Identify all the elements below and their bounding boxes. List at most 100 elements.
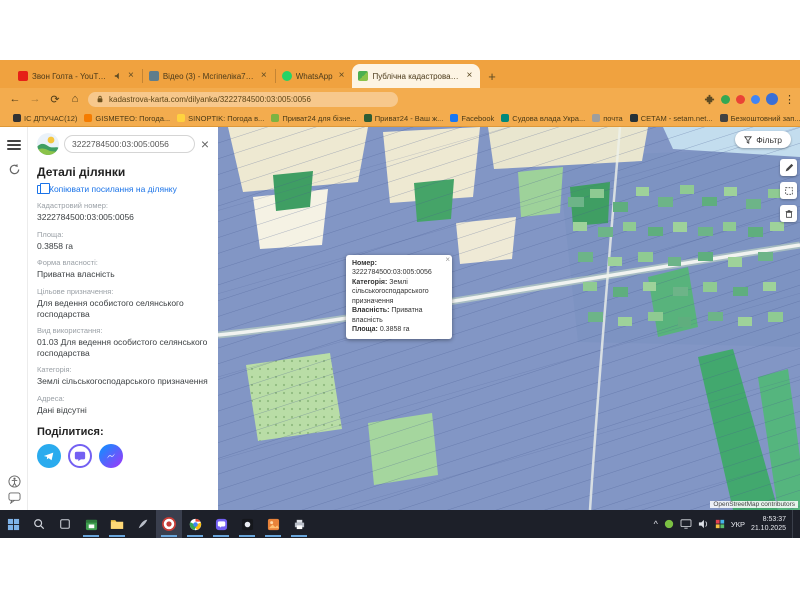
share-row (37, 444, 210, 468)
search-row: × (37, 133, 210, 155)
parcel-popup: × Номер: 3222784500:03:005:0056 Категорі… (346, 255, 452, 339)
tray-chevron-icon[interactable]: ^ (654, 519, 658, 529)
tab-cadastral-map-active[interactable]: Публічна кадастрова карта У... × (352, 64, 480, 88)
chrome-icon (189, 518, 202, 531)
share-messenger-button[interactable] (99, 444, 123, 468)
filter-button[interactable]: Фільтр (735, 131, 791, 148)
field-label: Форма власності: (37, 258, 210, 267)
bookmark-item[interactable]: Facebook (450, 114, 494, 123)
taskbar-pen-app[interactable] (130, 510, 156, 538)
chat-icon[interactable] (8, 492, 21, 504)
close-icon[interactable]: × (259, 71, 269, 81)
extensions-puzzle-icon[interactable] (704, 94, 715, 105)
close-icon[interactable]: × (464, 71, 474, 81)
bookmark-item[interactable]: Безкоштовний зап... (720, 114, 800, 123)
copy-link-label: Копіювати посилання на ділянку (49, 184, 177, 194)
bookmark-item[interactable]: СЕТАМ - setam.net... (630, 114, 713, 123)
taskbar-calendar-app[interactable] (78, 510, 104, 538)
tab-youtube[interactable]: Звон Голта - YouTube Mu... × (12, 64, 142, 88)
forward-icon[interactable]: → (28, 93, 42, 105)
bookmark-label: Facebook (461, 114, 494, 123)
antivirus-shield-icon[interactable] (664, 519, 674, 529)
bookmark-item[interactable]: Судова влада Укра... (501, 114, 585, 123)
tab-video[interactable]: Відео (3) - Мсгіпеліка787Фу... × (143, 64, 275, 88)
bookmarks-bar: ІС ДПУЧАС(12) GISMETEO: Погода... SINOPT… (0, 110, 800, 127)
extension-icon-green[interactable] (721, 95, 730, 104)
taskbar-chrome[interactable] (182, 510, 208, 538)
quill-icon (137, 518, 149, 530)
security-app-icon[interactable] (715, 519, 725, 529)
bookmark-item[interactable]: GISMETEO: Погода... (84, 114, 170, 123)
start-button[interactable] (0, 510, 26, 538)
printer-icon (293, 518, 306, 530)
bookmark-favicon (592, 114, 600, 122)
refresh-button[interactable] (0, 157, 28, 181)
area-select-button[interactable] (780, 182, 797, 199)
bookmark-item[interactable]: почта (592, 114, 623, 123)
address-toolbar: ← → ⟳ ⌂ kadastrova-karta.com/dilyanka/32… (0, 88, 800, 110)
popup-row-category: Категорія: Землі сільськогосподарського … (352, 278, 446, 306)
clock[interactable]: 8:53:37 21.10.2025 (751, 515, 786, 533)
taskbar-file-explorer[interactable] (104, 510, 130, 538)
panel-title: Деталі ділянки (37, 165, 210, 179)
copy-parcel-link[interactable]: Копіювати посилання на ділянку (37, 184, 210, 194)
measure-tool-button[interactable] (780, 159, 797, 176)
display-icon[interactable] (680, 519, 692, 529)
funnel-icon (744, 136, 752, 144)
map-canvas (218, 127, 800, 510)
tab-whatsapp[interactable]: WhatsApp × (276, 64, 353, 88)
show-desktop-button[interactable] (792, 510, 796, 538)
accessibility-icon[interactable] (8, 475, 21, 488)
field-cadastral-number: Кадастровий номер: 3222784500:03:005:005… (37, 201, 210, 223)
popup-row-ownership: Власність: Приватна власність (352, 306, 446, 325)
profile-avatar[interactable] (766, 93, 778, 105)
menu-button[interactable] (0, 133, 28, 157)
filter-label: Фільтр (756, 135, 782, 145)
system-tray: ^ УКР 8:53:37 21.10.2025 (654, 510, 800, 538)
close-icon[interactable]: × (337, 71, 347, 81)
popup-close-icon[interactable]: × (445, 255, 450, 266)
taskbar-printer[interactable] (286, 510, 312, 538)
tab-label: WhatsApp (296, 72, 333, 81)
search-input[interactable] (64, 135, 195, 153)
map-attribution[interactable]: OpenStreetMap contributors (710, 501, 798, 508)
bookmark-item[interactable]: Приват24 для бізне... (271, 114, 356, 123)
copy-icon (37, 185, 45, 194)
bookmark-favicon (13, 114, 21, 122)
field-value: Для ведення особистого селянського госпо… (37, 298, 210, 319)
taskbar-viber[interactable] (208, 510, 234, 538)
search-icon (33, 518, 45, 530)
clear-button[interactable] (780, 205, 797, 222)
close-icon[interactable]: × (126, 71, 136, 81)
taskbar-active-map-app[interactable] (156, 510, 182, 538)
cadastral-map[interactable]: Фільтр × Номер: 3222784500:03:005:0056 К… (218, 127, 800, 510)
taskbar-search-button[interactable] (26, 510, 52, 538)
taskbar-photos-app[interactable] (260, 510, 286, 538)
calendar-icon (85, 518, 98, 531)
new-tab-button[interactable]: + (488, 69, 496, 84)
url-bar[interactable]: kadastrova-karta.com/dilyanka/3222784500… (88, 92, 398, 107)
site-logo[interactable] (37, 133, 59, 155)
field-label: Площа: (37, 230, 210, 239)
site-info-icon[interactable] (96, 95, 104, 103)
share-viber-button[interactable] (68, 444, 92, 468)
volume-icon[interactable] (698, 519, 709, 529)
language-indicator[interactable]: УКР (731, 520, 745, 529)
extension-icon-red[interactable] (736, 95, 745, 104)
share-telegram-button[interactable] (37, 444, 61, 468)
back-icon[interactable]: ← (8, 93, 22, 105)
taskbar-apps (0, 510, 312, 538)
bookmark-item[interactable]: ІС ДПУЧАС(12) (13, 114, 77, 123)
panel-close-icon[interactable]: × (200, 136, 210, 152)
bookmark-item[interactable]: SINOPTIK: Погода в... (177, 114, 264, 123)
field-purpose: Цільове призначення: Для ведення особист… (37, 287, 210, 319)
task-view-button[interactable] (52, 510, 78, 538)
bookmark-item[interactable]: Приват24 - Ваш ж... (364, 114, 444, 123)
bookmark-favicon (271, 114, 279, 122)
taskbar-camera-app[interactable] (234, 510, 260, 538)
map-toolbar (780, 159, 797, 222)
extension-icon-blue[interactable] (751, 95, 760, 104)
home-icon[interactable]: ⌂ (68, 93, 82, 105)
reload-icon[interactable]: ⟳ (48, 93, 62, 106)
browser-menu-icon[interactable]: ⋮ (784, 93, 792, 106)
